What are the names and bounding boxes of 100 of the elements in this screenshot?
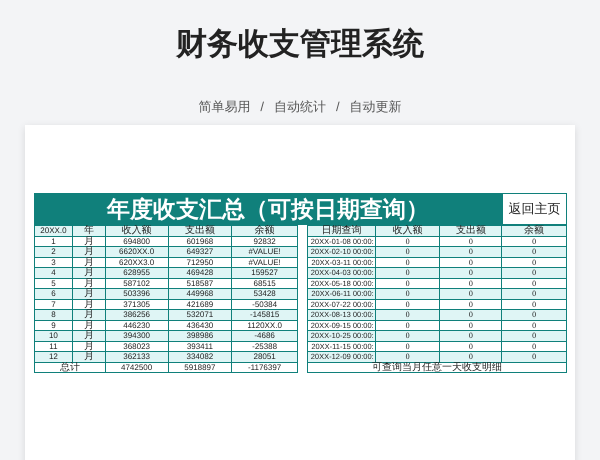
table-cell: 92832	[232, 236, 298, 246]
table-cell: 0	[374, 246, 440, 256]
table-cell: 0	[374, 236, 440, 246]
table-cell: 月	[72, 267, 106, 278]
table-cell: 6620XX.0	[106, 246, 168, 256]
table-cell: -4686	[232, 330, 298, 340]
column-header: 年	[72, 225, 106, 236]
table-cell: 28051	[232, 351, 298, 362]
table-cell: 0	[374, 288, 440, 298]
table-cell: -145815	[232, 309, 298, 320]
table-cell: 月	[72, 246, 106, 256]
sheet-title: 年度收支汇总（可按日期查询）	[34, 193, 502, 225]
table-cell: 68515	[232, 278, 298, 288]
table-cell: 月	[72, 288, 106, 298]
table-cell: 9	[35, 320, 73, 330]
table-cell: 601968	[168, 236, 232, 246]
table-cell: 2	[35, 246, 73, 256]
table-cell: 月	[72, 298, 106, 309]
table-cell: 11	[35, 340, 73, 351]
feature-label: 简单易用	[198, 98, 250, 116]
column-header: 20XX.0	[35, 225, 73, 236]
table-cell: 7	[35, 298, 73, 309]
table-cell: 月	[72, 351, 106, 362]
table-cell: 月	[72, 320, 106, 330]
table-cell: 4	[35, 267, 73, 278]
table-cell: 0	[374, 309, 440, 320]
table-cell: 月	[72, 236, 106, 246]
table-cell: 712950	[168, 256, 232, 267]
note-text: 可查询当月任意一天收支明细	[307, 362, 566, 372]
table-cell: 0	[439, 309, 502, 320]
table-cell: 628955	[106, 267, 168, 278]
table-cell: 0	[439, 340, 502, 351]
table-cell: #VALUE!	[232, 256, 298, 267]
table-cell: 0	[439, 330, 502, 340]
table-cell: 386256	[106, 309, 168, 320]
table-cell: 0	[439, 246, 502, 256]
table-cell: 0	[501, 236, 566, 246]
table-cell: 0	[374, 351, 440, 362]
table-cell: 10	[35, 330, 73, 340]
table-cell: 394300	[106, 330, 168, 340]
table-cell: 0	[374, 298, 440, 309]
table-cell: 月	[72, 256, 106, 267]
table-cell: 4742500	[106, 362, 168, 372]
table-cell: 503396	[106, 288, 168, 298]
table-cell: 8	[35, 309, 73, 320]
table-cell: #VALUE!	[232, 246, 298, 256]
table-cell: 0	[501, 267, 566, 278]
table-cell: 0	[439, 256, 502, 267]
table-cell: 0	[439, 298, 502, 309]
home-button[interactable]: 返回主页	[502, 193, 567, 225]
table-cell: 649327	[168, 246, 232, 256]
table-cell: 0	[501, 278, 566, 288]
table-cell: 0	[374, 278, 440, 288]
table-cell: -25388	[232, 340, 298, 351]
table-cell: 436430	[168, 320, 232, 330]
table-cell: 1	[35, 236, 73, 246]
table-cell: 449968	[168, 288, 232, 298]
table-cell: 446230	[106, 320, 168, 330]
table-cell: 532071	[168, 309, 232, 320]
table-cell: 371305	[106, 298, 168, 309]
table-cell: 0	[439, 267, 502, 278]
table-cell: 398986	[168, 330, 232, 340]
table-cell: 0	[374, 340, 440, 351]
table-cell: 518587	[168, 278, 232, 288]
feature-label: 自动统计	[274, 98, 326, 116]
table-cell: 3	[35, 256, 73, 267]
table-cell: 587102	[106, 278, 168, 288]
table-cell: 0	[501, 246, 566, 256]
table-cell: 0	[501, 351, 566, 362]
table-cell: 421689	[168, 298, 232, 309]
table-cell: 620XX3.0	[106, 256, 168, 267]
table-cell: 159527	[232, 267, 298, 278]
column-header: 日期查询	[307, 225, 375, 236]
table-cell: 6	[35, 288, 73, 298]
table-cell: 694800	[106, 236, 168, 246]
table-cell: 12	[35, 351, 73, 362]
table-cell: -1176397	[232, 362, 298, 372]
table-cell: 0	[439, 320, 502, 330]
table-cell: 月	[72, 309, 106, 320]
table-cell: 5918897	[168, 362, 232, 372]
table-cell: 月	[72, 340, 106, 351]
page-title: 财务收支管理系统	[176, 25, 424, 64]
feature-label: 自动更新	[350, 98, 402, 116]
table-cell: 368023	[106, 340, 168, 351]
table-cell: 0	[501, 288, 566, 298]
table-cell: 0	[439, 288, 502, 298]
table-cell: 0	[439, 278, 502, 288]
table-cell: 0	[501, 298, 566, 309]
separator: /	[260, 98, 264, 116]
table-cell: 362133	[106, 351, 168, 362]
table-cell: 0	[374, 330, 440, 340]
separator: /	[336, 98, 340, 116]
table-cell: 0	[501, 309, 566, 320]
table-cell: 0	[374, 256, 440, 267]
table-cell: 0	[374, 320, 440, 330]
table-cell: 469428	[168, 267, 232, 278]
table-cell: 1120XX.0	[232, 320, 298, 330]
table-cell: -50384	[232, 298, 298, 309]
table-cell: 0	[501, 330, 566, 340]
table-cell: 月	[72, 278, 106, 288]
